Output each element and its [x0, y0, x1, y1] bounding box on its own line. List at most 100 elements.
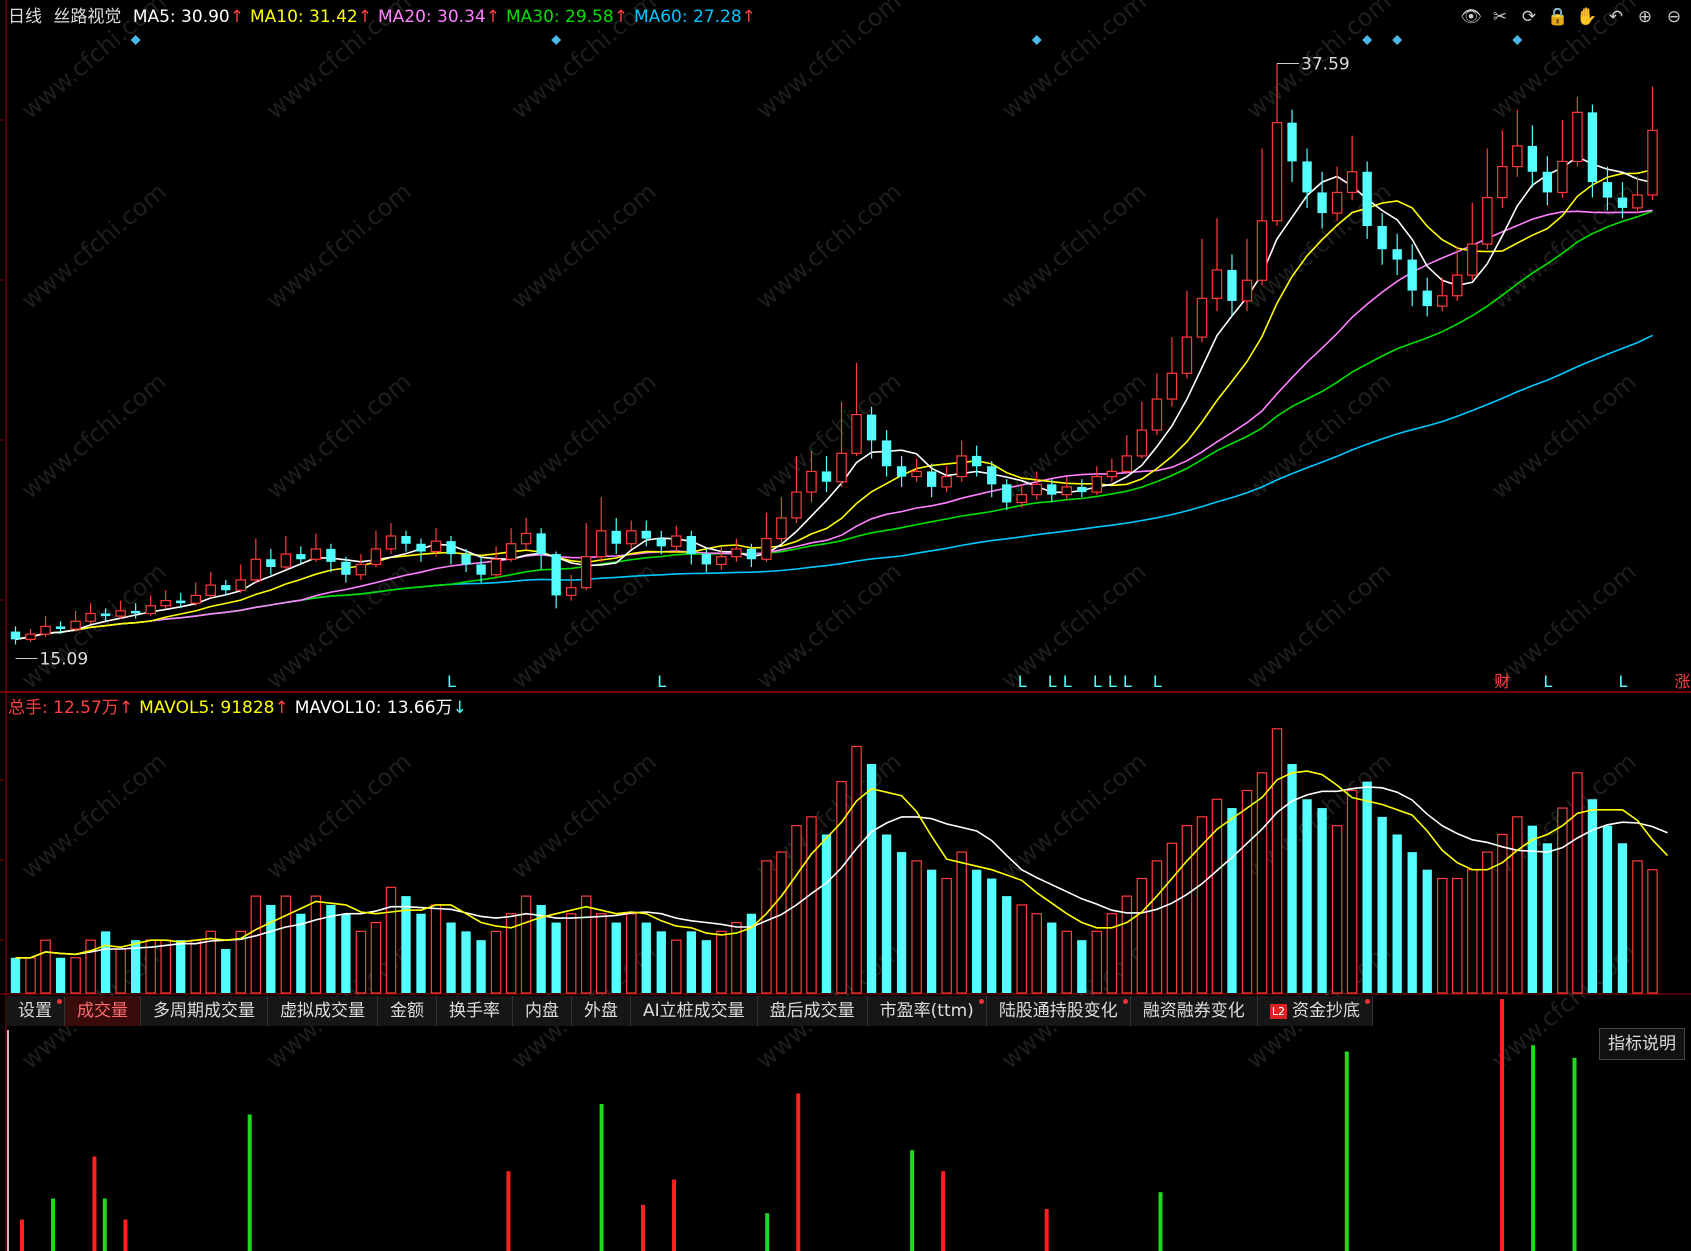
volume-legend-item: MAVOL10: 13.66万↓: [294, 698, 467, 718]
tab-label: 陆股通持股变化: [998, 1001, 1118, 1021]
watermark-text: www.cfchi.com: [16, 557, 172, 694]
l-marker: L: [1048, 672, 1057, 691]
volume-bar: [40, 939, 51, 994]
tab-2[interactable]: 多周期成交量: [141, 996, 268, 1026]
tab-10[interactable]: 市盈率(ttm): [867, 996, 987, 1026]
candle-body: [1377, 226, 1387, 250]
volume-bar: [580, 895, 592, 994]
volume-bar: [1302, 799, 1312, 993]
ma-legend-item: MA10: 31.42↑: [249, 7, 372, 27]
tab-5[interactable]: 换手率: [437, 996, 513, 1026]
kline-chart-canvas[interactable]: www.cfchi.com www.cfchi.com www.cfchi.com w…: [0, 0, 1691, 1251]
tab-8[interactable]: AI立桩成交量: [631, 996, 758, 1026]
volume-bar: [565, 913, 577, 994]
volume-bar: [1422, 869, 1432, 993]
capital-bottom-bar: [123, 1219, 128, 1251]
volume-bar: [370, 921, 382, 994]
tab-4[interactable]: 金额: [378, 996, 437, 1026]
volume-bar: [625, 913, 637, 994]
candle-body: [1572, 111, 1583, 163]
candle-body: [1512, 145, 1523, 168]
tab-12[interactable]: 融资融券变化: [1130, 996, 1258, 1026]
candle-body: [25, 633, 36, 640]
volume-bar: [1271, 728, 1283, 994]
capital-bottom-bar: [1044, 1209, 1049, 1251]
tab-13[interactable]: L2 资金抄底: [1257, 996, 1373, 1026]
volume-bar: [235, 930, 247, 994]
candle-body: [190, 594, 201, 604]
watermark-text: www.cfchi.com: [751, 367, 907, 504]
volume-bar: [385, 886, 397, 994]
capital-bottom-bar: [102, 1198, 107, 1251]
l-marker: L: [1018, 672, 1027, 691]
candle-body: [911, 470, 922, 478]
volume-bar: [1256, 772, 1268, 994]
tab-label: 内盘: [525, 1001, 559, 1021]
candle-body: [716, 556, 727, 566]
tab-9[interactable]: 盘后成交量: [757, 996, 868, 1026]
volume-bar: [1346, 789, 1358, 994]
volume-bar: [221, 948, 231, 993]
tab-label: 金额: [390, 1001, 424, 1021]
volume-bar: [1031, 913, 1043, 994]
candle-body: [221, 585, 231, 591]
volume-bar: [656, 931, 666, 993]
candle-body: [1271, 122, 1283, 222]
tab-notify-dot: [978, 999, 984, 1004]
volume-bar: [446, 922, 456, 993]
candle-body: [1136, 429, 1148, 457]
volume-bar: [595, 913, 607, 994]
volume-bar: [1151, 860, 1163, 994]
zoom-out-icon[interactable]: ⊖: [1663, 6, 1685, 28]
volume-bar: [896, 852, 907, 993]
watermark-text: www.cfchi.com: [261, 367, 417, 504]
stock-name: 丝路视觉: [53, 7, 122, 27]
watermark-text: www.cfchi.com: [16, 177, 172, 314]
candle-body: [536, 533, 546, 555]
ma-legend: MA5: 30.90↑ MA10: 31.42↑ MA20: 30.34↑ MA30:…: [133, 7, 762, 27]
candle-body: [1302, 161, 1312, 193]
ma60-line: [15, 334, 1653, 641]
tab-1[interactable]: 成交量: [65, 996, 141, 1026]
tab-7[interactable]: 外盘: [572, 996, 631, 1026]
refresh-icon[interactable]: ⟳: [1518, 6, 1540, 28]
candle-body: [416, 543, 426, 552]
volume-bar: [476, 940, 486, 993]
zoom-in-icon[interactable]: ⊕: [1634, 6, 1656, 28]
volume-bar: [505, 913, 517, 994]
candle-body: [40, 625, 51, 635]
candle-body: [941, 475, 952, 488]
tab-11[interactable]: 陆股通持股变化: [986, 996, 1131, 1026]
capital-bottom-bar: [92, 1156, 97, 1251]
tab-0[interactable]: 设置: [6, 996, 65, 1026]
candle-body: [1527, 145, 1538, 172]
hand-icon[interactable]: ✋: [1576, 6, 1598, 28]
volume-bar: [956, 851, 967, 994]
eye-icon[interactable]: 👁: [1460, 6, 1482, 28]
lock-icon[interactable]: 🔒: [1547, 6, 1569, 28]
volume-legend-item: MAVOL5: 91828↑: [139, 698, 289, 718]
volume-bar: [1227, 808, 1237, 993]
tab-3[interactable]: 虚拟成交量: [268, 996, 378, 1026]
candle-body: [341, 561, 351, 575]
volume-arrow: ↑: [118, 698, 134, 718]
tab-6[interactable]: 内盘: [513, 996, 572, 1026]
capital-bottom-bar: [599, 1104, 604, 1251]
scissors-icon[interactable]: ✂: [1489, 6, 1511, 28]
candle-body: [866, 414, 877, 441]
l-marker: L: [1543, 672, 1552, 691]
tab-label: 盘后成交量: [769, 1001, 855, 1021]
l-marker: L: [1063, 672, 1072, 691]
undo-icon[interactable]: ↶: [1605, 6, 1627, 28]
watermark-text: www.cfchi.com: [506, 177, 662, 314]
indicator-explain-button[interactable]: 指标说明: [1599, 1028, 1685, 1060]
ma-arrow: ↑: [741, 7, 756, 27]
volume-bar: [1317, 808, 1327, 993]
volume-bar: [1497, 833, 1508, 994]
candle-body: [520, 532, 532, 545]
volume-bar: [776, 851, 787, 994]
volume-bar: [1542, 843, 1553, 993]
tab-label: 成交量: [77, 1001, 128, 1021]
period-label[interactable]: 日线: [8, 7, 42, 27]
volume-bar: [416, 913, 426, 993]
